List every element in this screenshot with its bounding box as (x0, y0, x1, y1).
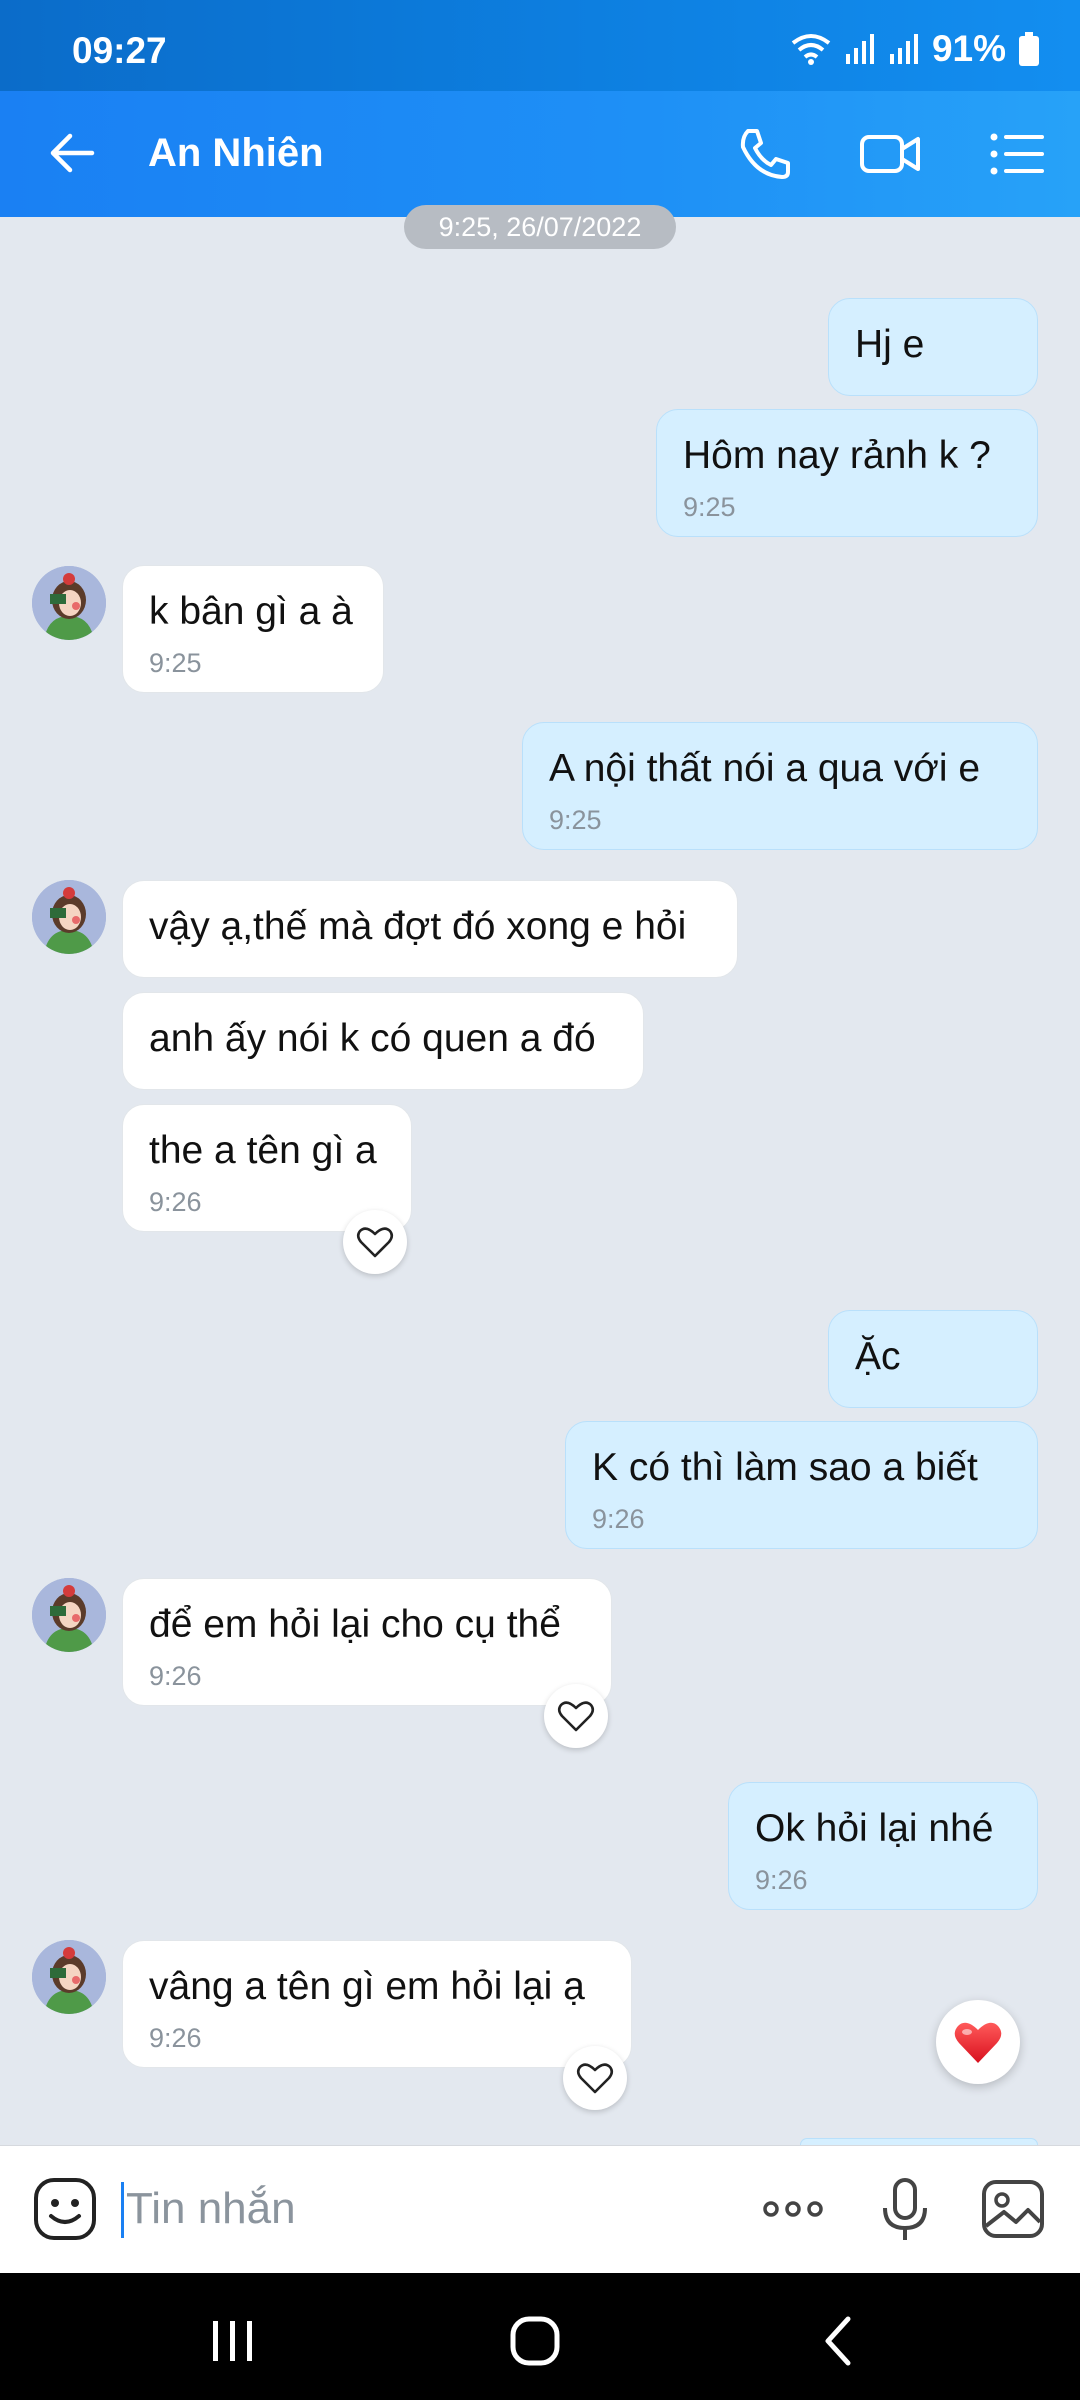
react-heart-button[interactable] (563, 2046, 627, 2110)
status-icons: 91% (790, 28, 1040, 70)
message-text: K có thì làm sao a biết (592, 1446, 978, 1489)
heart-outline-icon (576, 2063, 614, 2094)
menu-list-icon[interactable] (982, 119, 1052, 189)
chat-header: An Nhiên (0, 91, 1080, 217)
message-text: Ok hỏi lại nhé (755, 1807, 994, 1850)
signal-icon-2 (889, 34, 918, 64)
signal-icon (845, 34, 874, 64)
video-call-icon[interactable] (855, 119, 925, 189)
message-bubble[interactable]: vâng a tên gì em hỏi lại ạ 9:26 (122, 1940, 632, 2068)
message-bubble[interactable]: Ok hỏi lại nhé 9:26 (728, 1782, 1038, 1910)
react-heart-button[interactable] (544, 1684, 608, 1748)
message-input-bar: Tin nhắn (0, 2145, 1080, 2273)
message-text: the a tên gì a (149, 1129, 377, 1172)
quick-heart-button[interactable] (936, 2000, 1020, 2084)
message-text: Ặc (855, 1335, 901, 1378)
message-bubble[interactable]: vậy ạ,thế mà đợt đó xong e hỏi (122, 880, 738, 978)
message-bubble[interactable]: Hj e (828, 298, 1038, 396)
heart-outline-icon (557, 1701, 595, 1732)
message-time: 9:26 (149, 1661, 202, 1691)
message-text: anh ấy nói k có quen a đó (149, 1017, 596, 1060)
message-bubble[interactable]: Hôm nay rảnh k ? 9:25 (656, 409, 1038, 537)
react-heart-button[interactable] (343, 1210, 407, 1274)
image-gallery-icon[interactable] (978, 2174, 1048, 2244)
message-text: để em hỏi lại cho cụ thể (149, 1603, 561, 1646)
avatar-image (32, 880, 106, 954)
contact-avatar[interactable] (32, 880, 106, 954)
more-options-icon[interactable] (758, 2174, 828, 2244)
message-time: 9:26 (149, 1187, 202, 1217)
message-text: k bân gì a à (149, 590, 353, 633)
back-nav-icon[interactable] (810, 2311, 870, 2371)
battery-percent: 91% (931, 28, 1006, 69)
message-text: Hôm nay rảnh k ? (683, 434, 991, 477)
battery-icon (1019, 32, 1039, 66)
avatar-image (32, 1940, 106, 2014)
message-bubble[interactable]: anh ấy nói k có quen a đó (122, 992, 644, 1090)
message-time: 9:26 (149, 2023, 202, 2053)
message-bubble[interactable]: Ặc (828, 1310, 1038, 1408)
home-icon[interactable] (505, 2311, 565, 2371)
message-bubble[interactable]: A nội thất nói a qua với e 9:25 (522, 722, 1038, 850)
message-time: 9:25 (149, 648, 202, 678)
emoji-sticker-icon[interactable] (32, 2176, 98, 2242)
back-arrow-icon[interactable] (40, 121, 104, 185)
message-bubble[interactable]: k bân gì a à 9:25 (122, 565, 384, 693)
date-separator: 9:25, 26/07/2022 (404, 205, 676, 249)
contact-name[interactable]: An Nhiên (148, 131, 324, 176)
contact-avatar[interactable] (32, 1940, 106, 2014)
red-heart-icon (954, 2022, 1002, 2063)
message-text: A nội thất nói a qua với e (549, 747, 981, 790)
phone-call-icon[interactable] (730, 119, 800, 189)
recent-apps-icon[interactable] (203, 2311, 263, 2371)
contact-avatar[interactable] (32, 1578, 106, 1652)
message-time: 9:25 (683, 492, 736, 522)
wifi-icon (791, 34, 831, 65)
text-caret (121, 2182, 124, 2238)
avatar-image (32, 566, 106, 640)
message-input[interactable]: Tin nhắn (126, 2184, 296, 2234)
message-bubble[interactable]: để em hỏi lại cho cụ thể 9:26 (122, 1578, 612, 1706)
system-nav-bar (0, 2273, 1080, 2400)
heart-outline-icon (356, 1227, 394, 1258)
message-time: 9:26 (755, 1865, 808, 1895)
message-text: vâng a tên gì em hỏi lại ạ (149, 1965, 585, 2008)
contact-avatar[interactable] (32, 566, 106, 640)
message-bubble[interactable]: K có thì làm sao a biết 9:26 (565, 1421, 1038, 1549)
message-bubble-partial (800, 2138, 1038, 2145)
message-time: 9:26 (592, 1504, 645, 1534)
microphone-icon[interactable] (870, 2174, 940, 2244)
status-time: 09:27 (72, 30, 167, 71)
message-text: Hj e (855, 323, 925, 366)
message-text: vậy ạ,thế mà đợt đó xong e hỏi (149, 905, 687, 948)
message-time: 9:25 (549, 805, 602, 835)
status-bar: 09:27 91% (0, 0, 1080, 91)
avatar-image (32, 1578, 106, 1652)
